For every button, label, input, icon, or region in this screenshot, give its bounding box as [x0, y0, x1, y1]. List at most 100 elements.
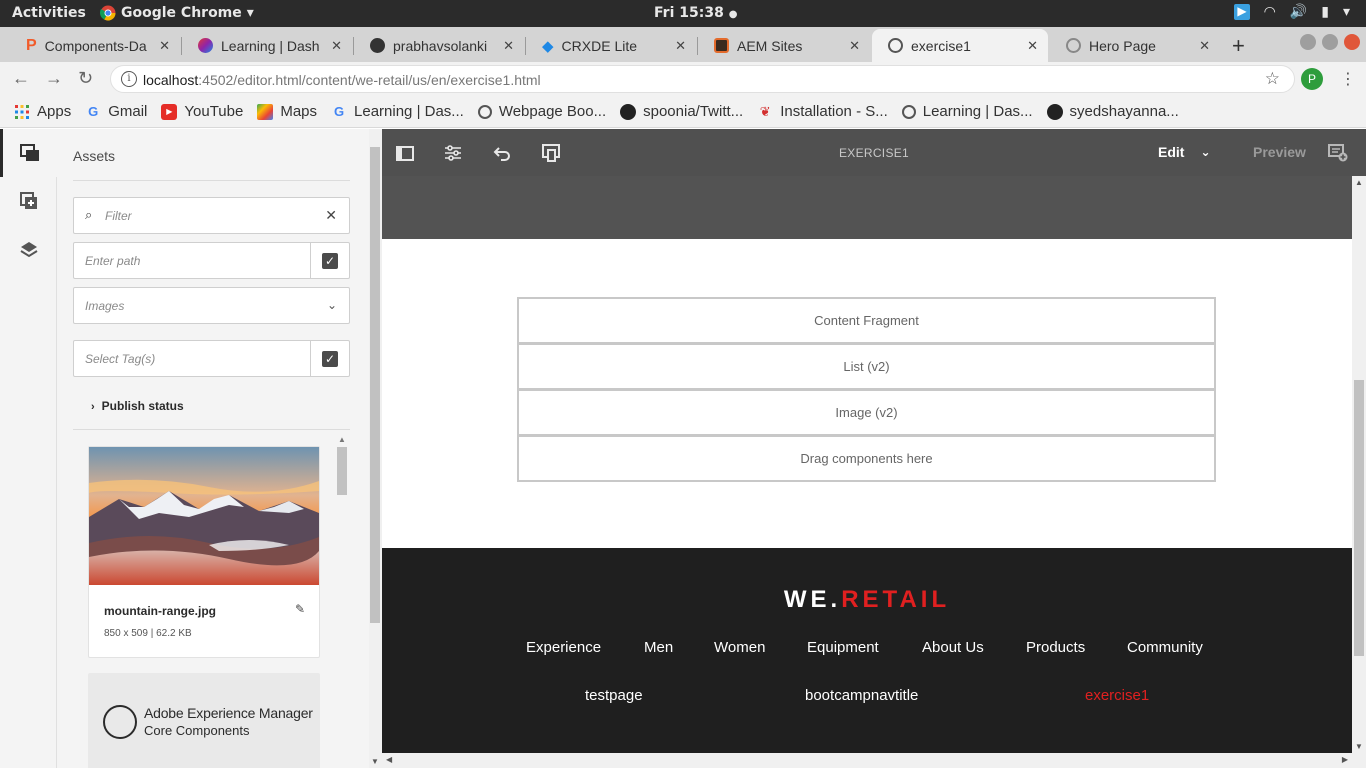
bookmark-apps[interactable]: Apps [14, 103, 71, 120]
window-controls [1300, 34, 1360, 50]
info-icon[interactable]: i [121, 71, 137, 87]
bookmark-learning-1[interactable]: G Learning | Das... [331, 103, 464, 120]
path-browse-button[interactable]: ✓ [310, 243, 349, 278]
footer-link-men[interactable]: Men [644, 639, 673, 656]
asset-thumbnail[interactable] [89, 447, 319, 585]
forward-icon[interactable]: → [45, 68, 63, 89]
tab-aem-sites[interactable]: AEM Sites ✕ [698, 29, 870, 62]
panel-title: Assets [73, 148, 116, 164]
asset-type-select[interactable]: Images ⌄ [73, 287, 350, 324]
scroll-thumb[interactable] [370, 147, 380, 623]
profile-avatar[interactable]: P [1301, 68, 1323, 90]
canvas-vertical-scrollbar[interactable]: ▲ ▼ [1352, 176, 1366, 753]
preview-button[interactable]: Preview [1253, 144, 1306, 160]
chevron-down-icon[interactable]: ▾ [1343, 4, 1350, 20]
scroll-thumb[interactable] [1354, 380, 1364, 656]
annotate-icon[interactable] [1328, 143, 1348, 163]
chrome-icon [100, 5, 116, 21]
url-input[interactable]: i localhost:4502/editor.html/content/we-… [110, 65, 1295, 93]
wifi-icon[interactable]: ◠ [1264, 4, 1276, 20]
back-icon[interactable]: ← [12, 68, 30, 89]
assets-rail-button[interactable] [0, 129, 57, 177]
component-card[interactable]: Adobe Experience Manager Core Components [88, 673, 320, 768]
clock[interactable]: Fri 15:38 ● [654, 5, 737, 21]
bookmark-learning-2[interactable]: Learning | Das... [901, 103, 1033, 120]
panel-scrollbar[interactable]: ▼ [369, 129, 382, 768]
close-icon[interactable]: ✕ [675, 38, 686, 54]
asset-card[interactable]: mountain-range.jpg 850 x 509 | 62.2 KB ✎ [88, 446, 320, 658]
minimize-button[interactable] [1300, 34, 1316, 50]
close-icon[interactable]: ✕ [849, 38, 860, 54]
tags-input[interactable]: Select Tag(s) ✓ [73, 340, 350, 377]
new-tab-button[interactable]: + [1232, 33, 1245, 59]
scroll-thumb[interactable] [337, 447, 347, 495]
scroll-left-icon[interactable]: ◀ [386, 755, 392, 764]
volume-icon[interactable]: 🔊 [1290, 4, 1307, 20]
google-icon: G [88, 103, 99, 119]
tab-exercise1[interactable]: exercise1 ✕ [872, 29, 1048, 62]
close-icon[interactable]: ✕ [1027, 38, 1038, 54]
footer-link-community[interactable]: Community [1127, 639, 1203, 656]
pencil-icon[interactable]: ✎ [295, 602, 305, 616]
close-icon[interactable]: ✕ [503, 38, 514, 54]
bookmark-syedshayanna[interactable]: syedshayanna... [1046, 103, 1179, 120]
footer-link-equipment[interactable]: Equipment [807, 639, 879, 656]
maximize-button[interactable] [1322, 34, 1338, 50]
chrome-menu-icon[interactable]: ⋮ [1340, 69, 1356, 89]
list-component[interactable]: List (v2) [517, 343, 1216, 390]
content-fragment-component[interactable]: Content Fragment [517, 297, 1216, 344]
footer-link-women[interactable]: Women [714, 639, 765, 656]
footer-link-about-us[interactable]: About Us [922, 639, 984, 656]
drag-components-dropzone[interactable]: Drag components here [517, 435, 1216, 482]
bookmark-youtube[interactable]: ▶ YouTube [161, 103, 243, 120]
path-input[interactable]: Enter path ✓ [73, 242, 350, 279]
scroll-up-icon[interactable]: ▲ [338, 435, 346, 444]
close-window-button[interactable] [1344, 34, 1360, 50]
clear-icon[interactable]: ✕ [325, 207, 337, 224]
activities-button[interactable]: Activities [12, 5, 86, 21]
close-icon[interactable]: ✕ [159, 38, 170, 54]
footer-link-testpage[interactable]: testpage [585, 687, 643, 704]
url-text[interactable]: localhost:4502/editor.html/content/we-re… [143, 72, 541, 88]
screen-share-icon[interactable]: ▶ [1234, 4, 1250, 20]
footer-link-exercise1[interactable]: exercise1 [1085, 687, 1149, 704]
filter-input[interactable]: ⌕ Filter ✕ [73, 197, 350, 234]
scroll-down-icon[interactable]: ▼ [371, 757, 379, 766]
app-menu[interactable]: Google Chrome ▾ [100, 5, 254, 21]
tab-crxde[interactable]: ◆ CRXDE Lite ✕ [526, 29, 696, 62]
scroll-right-icon[interactable]: ▶ [1342, 755, 1348, 764]
footer-link-products[interactable]: Products [1026, 639, 1085, 656]
close-icon[interactable]: ✕ [331, 38, 342, 54]
canvas-horizontal-scrollbar[interactable]: ◀ ▶ [382, 753, 1366, 768]
tab-components[interactable]: P Components-Da ✕ [10, 29, 180, 62]
page-footer[interactable]: WE.RETAIL Experience Men Women Equipment… [382, 548, 1352, 753]
footer-link-bootcampnavtitle[interactable]: bootcampnavtitle [805, 687, 918, 704]
system-tray[interactable]: ▶ ◠ 🔊 ▮ ▾ [1234, 4, 1350, 20]
footer-link-experience[interactable]: Experience [526, 639, 601, 656]
battery-icon[interactable]: ▮ [1321, 4, 1329, 20]
bookmark-installation[interactable]: ❦ Installation - S... [757, 103, 888, 120]
publish-status-toggle[interactable]: › Publish status [91, 399, 184, 413]
tab-learning[interactable]: Learning | Dash ✕ [182, 29, 352, 62]
page-title: EXERCISE1 [838, 146, 910, 160]
bookmark-webpage[interactable]: Webpage Boo... [477, 103, 606, 120]
asset-name: mountain-range.jpg [104, 604, 216, 618]
image-component[interactable]: Image (v2) [517, 389, 1216, 436]
components-rail-button[interactable] [0, 177, 57, 225]
mode-select[interactable]: Edit ⌄ [1158, 144, 1211, 160]
asset-list-scrollbar[interactable]: ▲ [337, 435, 347, 768]
tab-hero-page[interactable]: Hero Page ✕ [1050, 29, 1220, 62]
bookmark-star-icon[interactable]: ☆ [1265, 69, 1280, 89]
bookmark-gmail[interactable]: G Gmail [85, 103, 147, 120]
layers-rail-button[interactable] [0, 225, 57, 273]
we-retail-logo[interactable]: WE.RETAIL [382, 586, 1352, 614]
scroll-down-icon[interactable]: ▼ [1355, 742, 1363, 751]
bookmark-spoonia[interactable]: spoonia/Twitt... [620, 103, 743, 120]
tab-github[interactable]: prabhavsolanki ✕ [354, 29, 524, 62]
scroll-up-icon[interactable]: ▲ [1355, 178, 1363, 187]
reload-icon[interactable]: ↻ [78, 68, 93, 89]
tags-browse-button[interactable]: ✓ [310, 341, 349, 376]
page-header[interactable] [382, 176, 1352, 239]
bookmark-maps[interactable]: Maps [257, 103, 317, 120]
close-icon[interactable]: ✕ [1199, 38, 1210, 54]
